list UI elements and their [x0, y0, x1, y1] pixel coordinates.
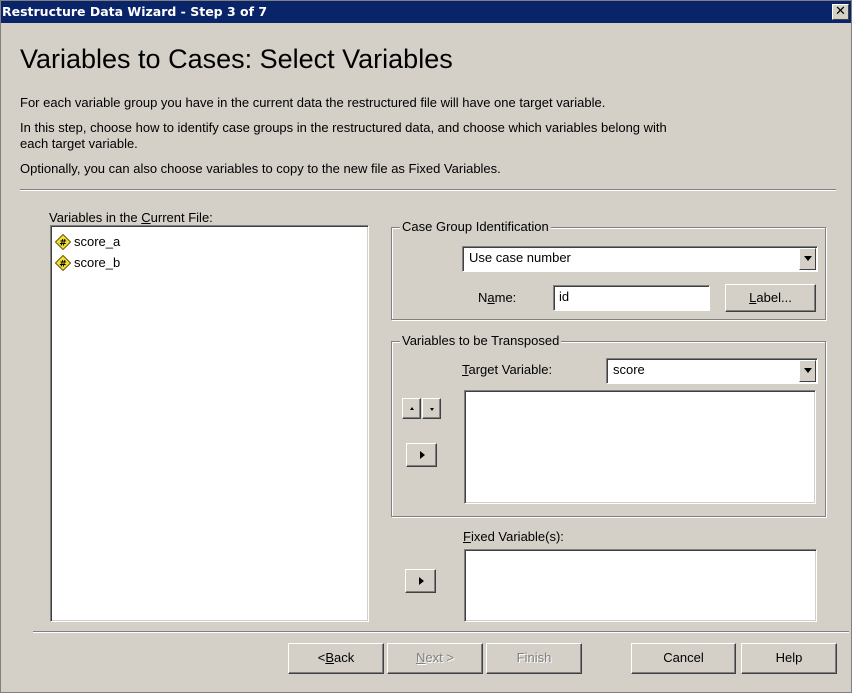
- case-group-method-dropdown[interactable]: Use case number: [462, 246, 818, 272]
- list-item[interactable]: # score_a: [54, 232, 121, 252]
- cancel-button[interactable]: Cancel: [631, 643, 736, 674]
- footer-separator: [33, 631, 849, 633]
- finish-button[interactable]: Finish: [486, 643, 582, 674]
- fixed-variables-label: Fixed Variable(s):: [463, 529, 564, 544]
- page-heading: Variables to Cases: Select Variables: [20, 44, 453, 74]
- back-button[interactable]: < Back: [288, 643, 384, 674]
- list-item[interactable]: # score_b: [54, 253, 121, 273]
- name-field[interactable]: id: [553, 285, 710, 311]
- title-bar: Restructure Data Wizard - Step 3 of 7 ✕: [1, 1, 851, 23]
- intro-line-3: Optionally, you can also choose variable…: [20, 161, 501, 176]
- case-group-method-value: Use case number: [469, 250, 571, 265]
- help-button[interactable]: Help: [741, 643, 837, 674]
- intro-line-2b: each target variable.: [20, 136, 138, 151]
- transpose-title: Variables to be Transposed: [400, 333, 562, 348]
- fixed-variables-list[interactable]: [464, 549, 817, 622]
- target-variable-dropdown[interactable]: score: [606, 358, 818, 384]
- current-file-label: Variables in the Current File:: [49, 210, 213, 225]
- arrow-up-icon: [409, 406, 414, 410]
- case-group-box: Case Group Identification Use case numbe…: [391, 219, 826, 320]
- svg-text:#: #: [59, 260, 67, 270]
- target-variable-label: Target Variable:: [462, 362, 553, 377]
- intro-line-2a: In this step, choose how to identify cas…: [20, 120, 667, 135]
- numeric-variable-icon: #: [54, 233, 74, 251]
- next-button[interactable]: Next >: [387, 643, 483, 674]
- name-label: Name:: [478, 290, 517, 305]
- transpose-variables-list[interactable]: [464, 390, 816, 504]
- transpose-add-button[interactable]: [406, 443, 437, 467]
- fixed-add-button[interactable]: [405, 569, 436, 593]
- arrow-down-icon: [429, 407, 434, 411]
- target-variable-value: score: [613, 362, 645, 377]
- intro-line-1: For each variable group you have in the …: [20, 95, 606, 110]
- arrow-right-icon: [419, 451, 425, 459]
- wizard-dialog: Restructure Data Wizard - Step 3 of 7 ✕ …: [0, 0, 852, 693]
- case-group-title: Case Group Identification: [400, 219, 551, 234]
- label-button[interactable]: Label...: [725, 284, 816, 312]
- transpose-box: Variables to be Transposed Target Variab…: [391, 333, 826, 517]
- move-up-button[interactable]: [402, 398, 421, 419]
- arrow-right-icon: [418, 577, 424, 585]
- move-down-button[interactable]: [422, 398, 441, 419]
- current-variables-list[interactable]: # score_a # score_b: [50, 225, 369, 622]
- window-title: Restructure Data Wizard - Step 3 of 7: [2, 4, 268, 19]
- close-button[interactable]: ✕: [832, 4, 849, 20]
- variable-name: score_a: [74, 234, 121, 249]
- numeric-variable-icon: #: [54, 254, 74, 272]
- chevron-down-icon[interactable]: [799, 248, 816, 270]
- svg-text:#: #: [59, 239, 67, 249]
- name-field-value: id: [559, 289, 570, 304]
- chevron-down-icon[interactable]: [799, 360, 816, 382]
- header-separator: [20, 189, 836, 191]
- variable-name: score_b: [74, 255, 121, 270]
